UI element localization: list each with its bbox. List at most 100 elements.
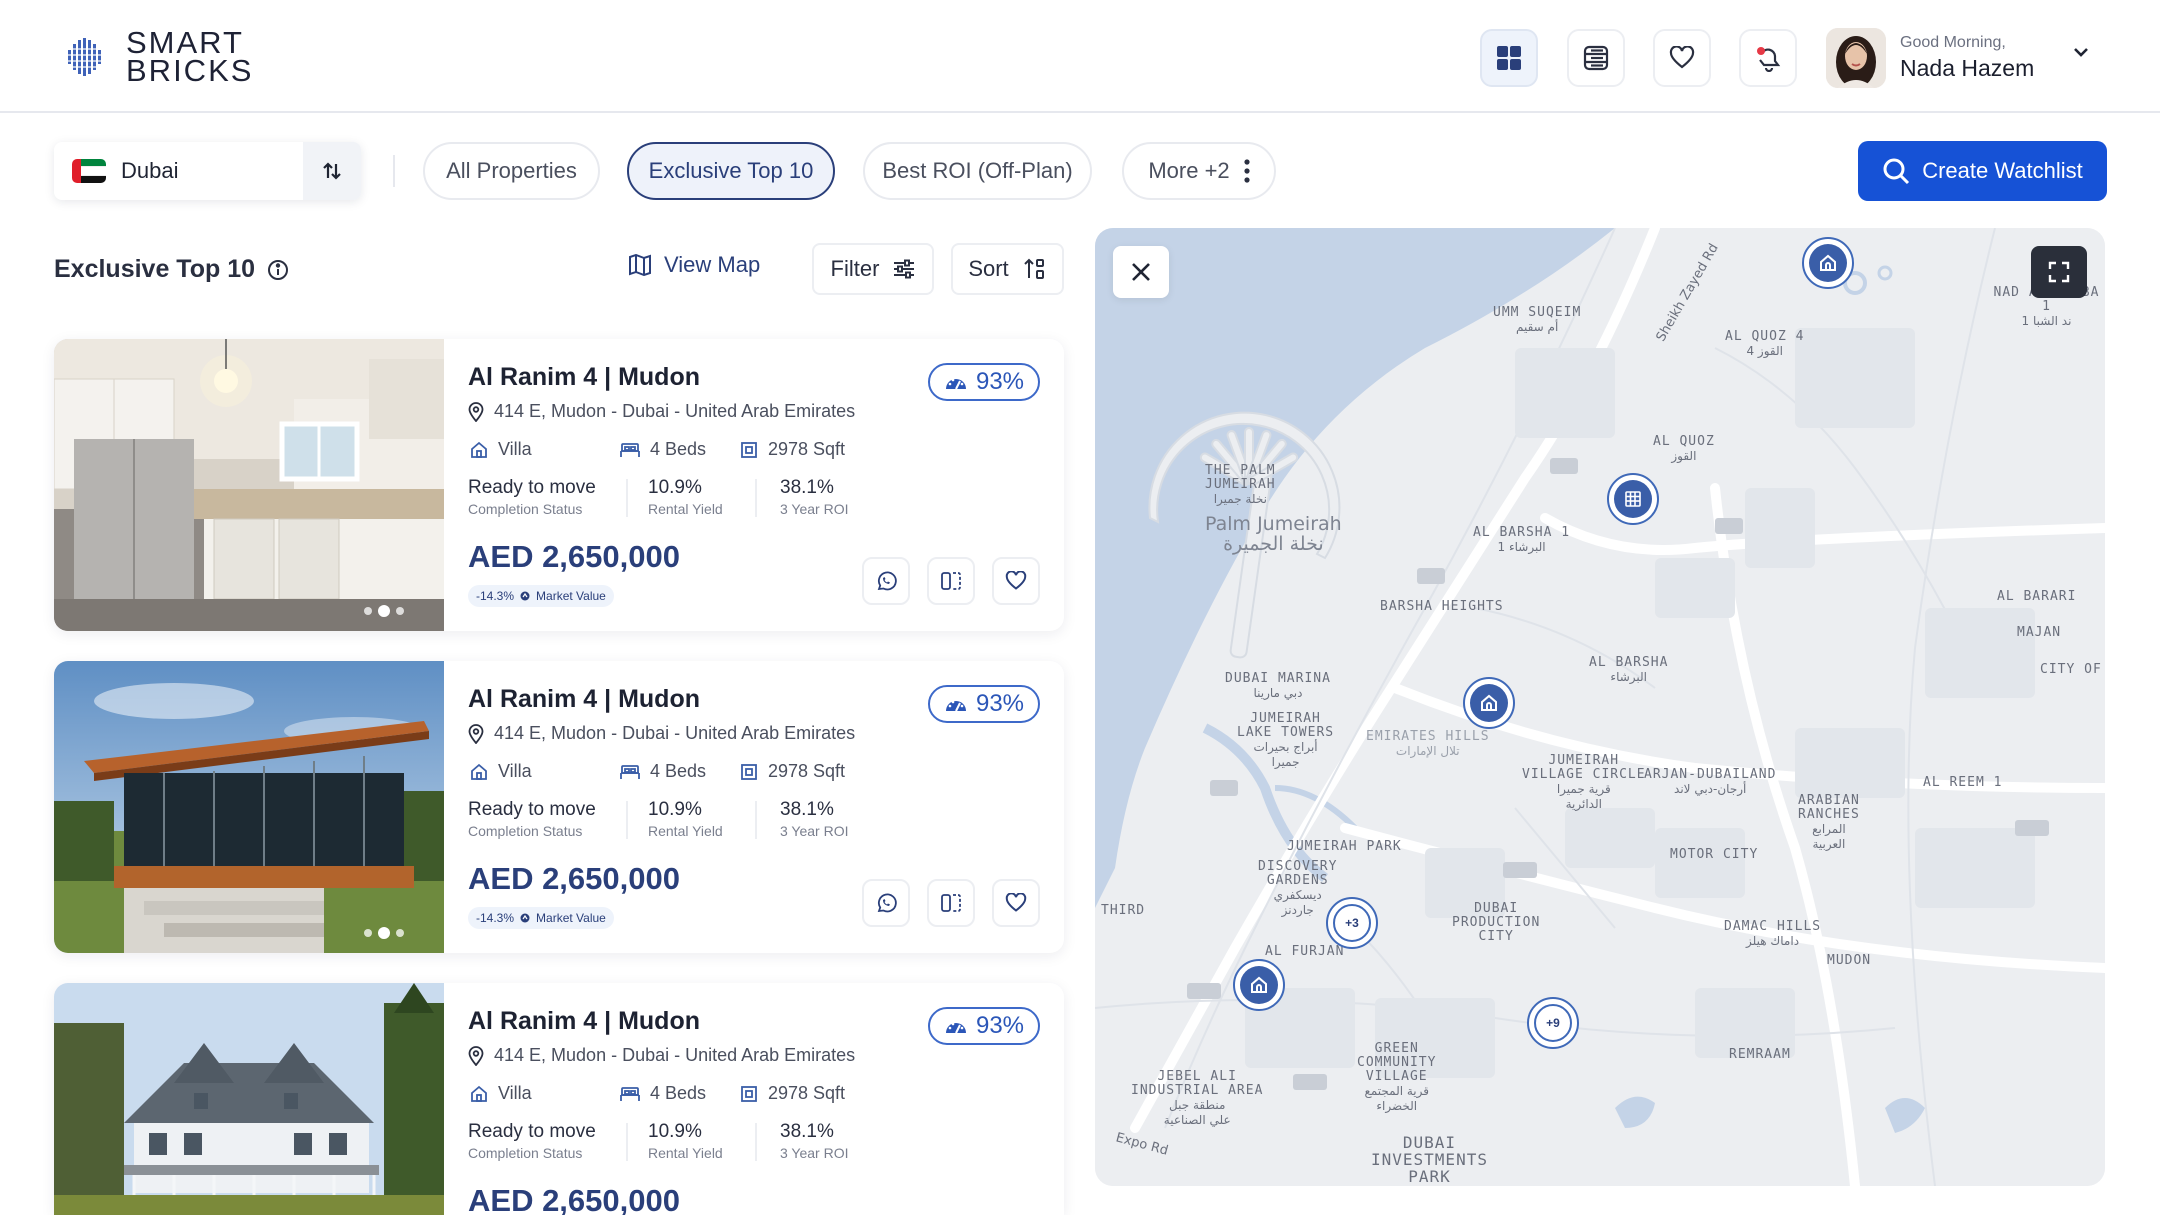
swap-arrows-icon: [323, 162, 341, 180]
filter-sliders-icon: [894, 259, 915, 279]
speedometer-icon: [945, 700, 966, 712]
logo-mark-icon: [64, 38, 104, 76]
completion-status: Ready to move Completion Status: [468, 1121, 596, 1161]
favorites-button[interactable]: [1653, 29, 1711, 87]
whatsapp-button[interactable]: [862, 557, 910, 605]
map-label: DUBAI PRODUCTION CITY: [1452, 901, 1541, 944]
property-map-pin[interactable]: [1802, 237, 1854, 289]
map-label: AL BARSHA 11 البرشاء: [1473, 525, 1571, 555]
building-icon: [1625, 491, 1641, 507]
whatsapp-icon: [877, 893, 897, 913]
speedometer-icon: [945, 378, 966, 390]
map-cluster[interactable]: +9: [1527, 997, 1579, 1049]
grid-view-button[interactable]: [1480, 29, 1538, 87]
map-panel[interactable]: UMM SUQEIMأم سقيم AL QUOZ 4القوز 4 NAD A…: [1095, 228, 2105, 1186]
map-label: MAJAN: [2017, 625, 2062, 640]
location-pin-icon: [468, 723, 484, 744]
sort-label: Sort: [968, 256, 1009, 281]
property-area: 2978 Sqft: [740, 439, 845, 460]
logo[interactable]: SMART BRICKS: [54, 25, 254, 88]
property-title[interactable]: Al Ranim 4 | Mudon: [468, 363, 700, 392]
area-icon: [741, 441, 757, 458]
more-vertical-icon: [1244, 159, 1250, 183]
property-title[interactable]: Al Ranim 4 | Mudon: [468, 1007, 700, 1036]
favorite-button[interactable]: [992, 557, 1040, 605]
tab-all-properties[interactable]: All Properties: [423, 142, 600, 200]
map-label: AL QUOZ 4 القوز 4: [1725, 329, 1805, 359]
create-watchlist-button[interactable]: Create Watchlist: [1858, 141, 2107, 201]
notifications-button[interactable]: [1739, 29, 1797, 87]
favorite-button[interactable]: [992, 879, 1040, 927]
property-card[interactable]: Al Ranim 4 | Mudon 414 E, Mudon - Dubai …: [54, 339, 1064, 631]
property-map-pin[interactable]: [1463, 677, 1515, 729]
close-icon: [1132, 263, 1150, 281]
sort-icon: [1023, 258, 1044, 279]
close-map-button[interactable]: [1113, 246, 1169, 298]
map-canvas[interactable]: [1095, 228, 2105, 1186]
greeting-text: Good Morning,: [1900, 34, 2006, 51]
property-map-pin[interactable]: [1233, 959, 1285, 1011]
property-price: AED 2,650,000: [468, 539, 680, 574]
market-value-badge: -14.3% Market Value: [468, 907, 614, 929]
match-score-badge: 93%: [928, 1007, 1040, 1045]
heart-icon: [1005, 893, 1027, 912]
map-cluster-count: +9: [1534, 1004, 1572, 1042]
property-title[interactable]: Al Ranim 4 | Mudon: [468, 685, 700, 714]
stat-divider: [755, 479, 757, 517]
filter-button[interactable]: Filter: [812, 243, 934, 295]
photo-carousel-dots[interactable]: [364, 927, 404, 939]
map-label: JUMEIRAH LAKE TOWERS أبراج بحيرات جميرا: [1237, 711, 1335, 770]
fullscreen-button[interactable]: [2031, 246, 2087, 298]
chevron-down-icon[interactable]: [2072, 46, 2090, 58]
map-cluster[interactable]: +3: [1326, 897, 1378, 949]
map-label: DUBAI INVESTMENTS PARK: [1371, 1133, 1488, 1186]
fullscreen-icon: [2048, 261, 2070, 283]
brand-name: SMART BRICKS: [126, 25, 254, 88]
map-label: MUDON: [1827, 953, 1872, 968]
user-profile[interactable]: Good Morning, Nada Hazem: [1826, 28, 2034, 88]
heart-icon: [1669, 46, 1695, 69]
property-beds: 4 Beds: [620, 1083, 706, 1104]
compare-button[interactable]: [927, 879, 975, 927]
stat-divider: [626, 801, 628, 839]
map-label: DAMAC HILLS داماك هيلز: [1724, 919, 1822, 949]
property-type: Villa: [470, 761, 532, 782]
property-address: 414 E, Mudon - Dubai - United Arab Emira…: [468, 1045, 855, 1066]
tab-more[interactable]: More +2: [1122, 142, 1276, 200]
property-card[interactable]: Al Ranim 4 | Mudon 414 E, Mudon - Dubai …: [54, 661, 1064, 953]
info-icon[interactable]: [267, 259, 289, 281]
city-name: Dubai: [121, 158, 179, 183]
whatsapp-button[interactable]: [862, 879, 910, 927]
uae-flag-icon: [72, 159, 106, 183]
map-label: EMIRATES HILLS تلال الإمارات: [1366, 729, 1490, 759]
property-photo[interactable]: [54, 983, 444, 1215]
rental-yield: 10.9% Rental Yield: [648, 477, 723, 517]
view-map-button[interactable]: View Map: [628, 252, 760, 278]
sort-button[interactable]: Sort: [951, 243, 1064, 295]
property-photo[interactable]: [54, 661, 444, 953]
map-label: AL QUOZ القوز: [1653, 434, 1715, 464]
create-watchlist-label: Create Watchlist: [1922, 158, 2083, 183]
stat-divider: [626, 479, 628, 517]
map-label: AL BARARI: [1997, 589, 2077, 604]
three-year-roi: 38.1% 3 Year ROI: [780, 1121, 849, 1161]
heart-icon: [1005, 571, 1027, 590]
top-header: SMART BRICKS Good Morning, Nada Hazem: [0, 0, 2160, 113]
property-map-pin[interactable]: [1607, 473, 1659, 525]
avatar: [1826, 28, 1886, 88]
property-photo[interactable]: [54, 339, 444, 631]
swap-button[interactable]: [303, 142, 361, 200]
property-price: AED 2,650,000: [468, 1183, 680, 1215]
tab-best-roi[interactable]: Best ROI (Off-Plan): [863, 142, 1092, 200]
tab-exclusive-top-10[interactable]: Exclusive Top 10: [627, 142, 835, 200]
compare-button[interactable]: [927, 557, 975, 605]
property-card[interactable]: Al Ranim 4 | Mudon 414 E, Mudon - Dubai …: [54, 983, 1064, 1215]
property-type: Villa: [470, 1083, 532, 1104]
city-selector[interactable]: Dubai: [54, 142, 361, 200]
location-pin-icon: [468, 1045, 484, 1066]
map-label: GREEN COMMUNITY VILLAGE قرية المجتمع الخضراء: [1357, 1041, 1437, 1114]
bed-icon: [620, 764, 640, 779]
list-view-button[interactable]: [1567, 29, 1625, 87]
photo-carousel-dots[interactable]: [364, 605, 404, 617]
notification-icon: [1757, 47, 1781, 72]
